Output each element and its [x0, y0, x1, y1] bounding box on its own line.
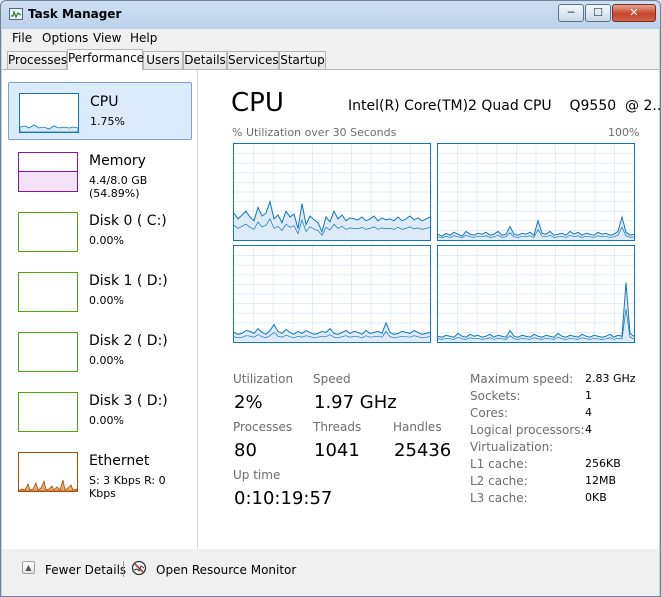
task-manager-window: Task Manager ─ ☐ ✕ File Options View Hel…: [0, 0, 661, 597]
fewer-details-button[interactable]: Fewer Details: [45, 563, 126, 577]
processes-label: Processes: [233, 420, 293, 434]
sidebar-item-label: Disk 0 ( C:): [89, 213, 167, 229]
menu-options[interactable]: Options: [42, 31, 88, 45]
sidebar-item-label: Ethernet: [89, 453, 150, 469]
spec-label: Sockets:: [470, 389, 521, 403]
cpu-core-graphs: [233, 143, 635, 343]
menu-help[interactable]: Help: [130, 31, 157, 45]
sidebar-item-label: CPU: [90, 94, 119, 110]
spec-label: Virtualization:: [470, 440, 554, 454]
tab-users[interactable]: Users: [143, 51, 183, 69]
page-title: CPU: [231, 88, 284, 118]
ethernet-thumbnail-graph: [18, 452, 78, 492]
sidebar-item-value: 1.75%: [90, 115, 125, 128]
tab-processes[interactable]: Processes: [7, 51, 67, 69]
uptime-label: Up time: [233, 468, 281, 482]
sidebar-item-ethernet[interactable]: Ethernet S: 3 Kbps R: 0 Kbps: [8, 442, 192, 500]
tab-performance[interactable]: Performance: [67, 49, 144, 70]
task-manager-icon: [9, 8, 23, 20]
core-graph: [437, 245, 635, 343]
core-graph: [437, 143, 635, 241]
sidebar-item-memory[interactable]: Memory 4.4/8.0 GB (54.89%): [8, 142, 192, 200]
spec-value: 1: [585, 389, 592, 402]
speed-label: Speed: [313, 372, 351, 386]
spec-value: 12MB: [585, 474, 617, 487]
handles-label: Handles: [393, 420, 442, 434]
open-resource-monitor-link[interactable]: Open Resource Monitor: [156, 563, 296, 577]
utilization-label: Utilization: [233, 372, 294, 386]
sidebar-item-disk-0[interactable]: Disk 0 ( C:) 0.00%: [8, 202, 192, 260]
footer-bar: ▲ Fewer Details Open Resource Monitor: [2, 549, 659, 596]
close-button[interactable]: ✕: [612, 4, 656, 22]
minimize-button[interactable]: ─: [558, 4, 584, 22]
resource-sidebar: CPU 1.75% Memory 4.4/8.0 GB (54.89%) Dis…: [2, 70, 198, 550]
sidebar-item-label: Memory: [89, 153, 146, 169]
sidebar-item-label: Disk 2 ( D:): [89, 333, 168, 349]
sidebar-item-disk-3[interactable]: Disk 3 ( D:) 0.00%: [8, 382, 192, 440]
cpu-detail-pane: CPU Intel(R) Core(TM)2 Quad CPU Q9550 @ …: [198, 70, 661, 550]
spec-value: 2.83 GHz: [585, 372, 636, 385]
graph-max-label: 100%: [608, 126, 640, 139]
sidebar-item-value: 4.4/8.0 GB (54.89%): [89, 174, 148, 200]
core-graph: [233, 143, 431, 241]
menu-bar: File Options View Help: [2, 29, 659, 49]
utilization-value: 2%: [234, 392, 263, 413]
processes-value: 80: [234, 440, 257, 461]
disk-thumbnail-graph: [18, 272, 78, 312]
tab-bar: Processes Performance Users Details Serv…: [2, 49, 659, 70]
spec-label: L2 cache:: [470, 474, 528, 488]
speed-value: 1.97 GHz: [314, 392, 397, 413]
chevron-up-icon[interactable]: ▲: [22, 561, 35, 574]
disk-thumbnail-graph: [18, 332, 78, 372]
disk-thumbnail-graph: [18, 392, 78, 432]
sidebar-item-disk-1[interactable]: Disk 1 ( D:) 0.00%: [8, 262, 192, 320]
spec-label: L1 cache:: [470, 457, 528, 471]
spec-label: L3 cache:: [470, 491, 528, 505]
sidebar-item-label: Disk 3 ( D:): [89, 393, 168, 409]
resource-monitor-icon[interactable]: [131, 560, 147, 576]
tab-services[interactable]: Services: [227, 51, 279, 69]
sidebar-item-label: Disk 1 ( D:): [89, 273, 168, 289]
handles-value: 25436: [394, 440, 452, 461]
sidebar-item-value: 0.00%: [89, 414, 124, 427]
cpu-thumbnail-graph: [19, 93, 79, 133]
title-bar[interactable]: Task Manager ─ ☐ ✕: [1, 1, 660, 29]
core-graph: [233, 245, 431, 343]
menu-file[interactable]: File: [12, 31, 32, 45]
spec-value: 4: [585, 406, 592, 419]
sidebar-item-cpu[interactable]: CPU 1.75%: [8, 82, 192, 140]
sidebar-item-disk-2[interactable]: Disk 2 ( D:) 0.00%: [8, 322, 192, 380]
cpu-model-name: Intel(R) Core(TM)2 Quad CPU Q9550 @ 2...…: [348, 98, 661, 114]
menu-view[interactable]: View: [93, 31, 121, 45]
maximize-button[interactable]: ☐: [585, 4, 611, 22]
spec-value: 256KB: [585, 457, 621, 470]
sidebar-item-value: 0.00%: [89, 294, 124, 307]
tab-startup[interactable]: Startup: [279, 51, 326, 69]
performance-panel: CPU 1.75% Memory 4.4/8.0 GB (54.89%) Dis…: [2, 69, 661, 550]
spec-value: 0KB: [585, 491, 607, 504]
tab-details[interactable]: Details: [183, 51, 227, 69]
graph-caption: % Utilization over 30 Seconds: [232, 126, 397, 139]
spec-value: 4: [585, 423, 592, 436]
uptime-value: 0:10:19:57: [234, 488, 333, 509]
threads-label: Threads: [313, 420, 362, 434]
sidebar-item-value: 0.00%: [89, 234, 124, 247]
threads-value: 1041: [314, 440, 360, 461]
spec-label: Maximum speed:: [470, 372, 574, 386]
spec-label: Cores:: [470, 406, 509, 420]
memory-thumbnail-graph: [18, 152, 78, 192]
spec-label: Logical processors:: [470, 423, 585, 437]
sidebar-item-value: S: 3 Kbps R: 0 Kbps: [89, 474, 166, 500]
sidebar-item-value: 0.00%: [89, 354, 124, 367]
footer-divider: [123, 561, 124, 577]
disk-thumbnail-graph: [18, 212, 78, 252]
window-title: Task Manager: [28, 7, 122, 21]
